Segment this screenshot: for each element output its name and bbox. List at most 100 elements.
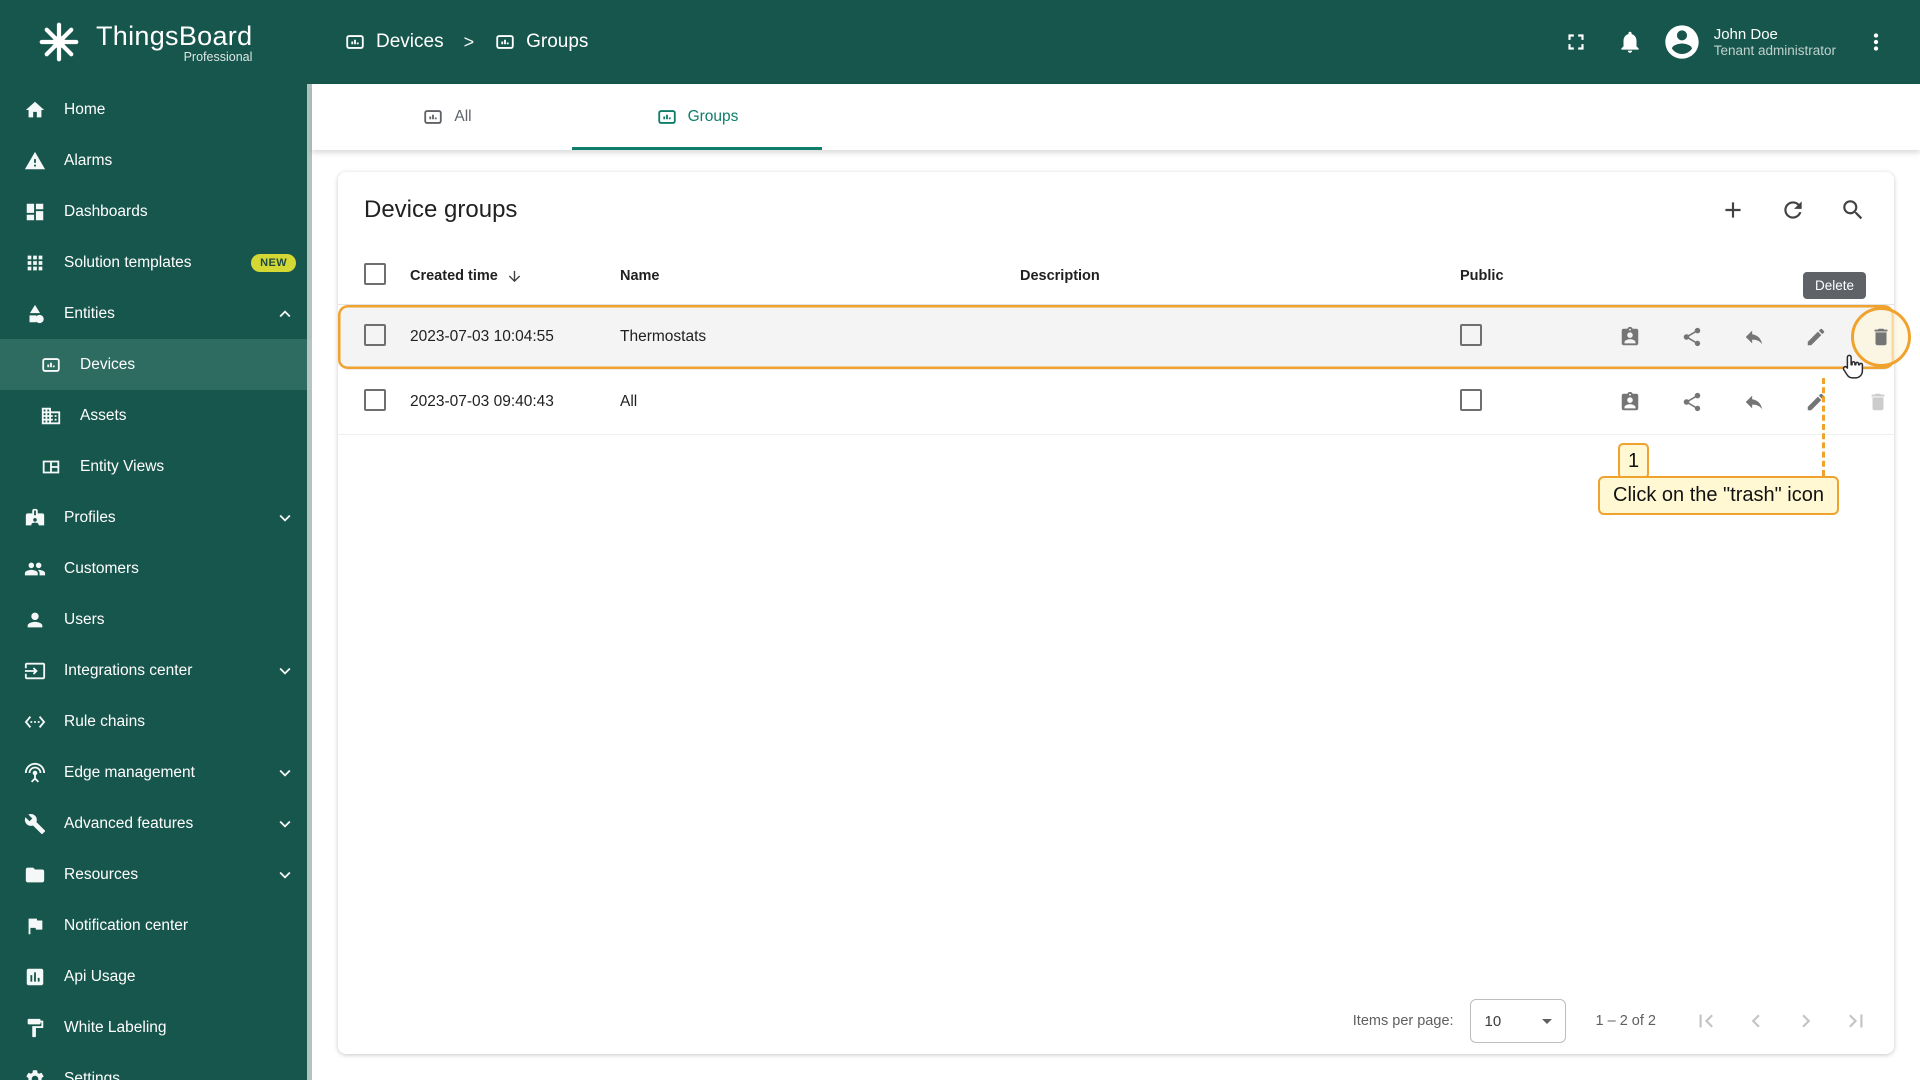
home-icon [24,99,46,121]
prev-page-button[interactable] [1734,999,1778,1043]
sidebar-item-profiles[interactable]: Profiles [0,492,312,543]
row-checkbox[interactable] [364,388,386,411]
sidebar-item-dashboards[interactable]: Dashboards [0,186,312,237]
avatar[interactable] [1662,22,1702,62]
assignment-ind-icon [1619,391,1641,413]
annotation-connector-line [1822,378,1825,476]
user-info[interactable]: John Doe Tenant administrator [1714,26,1836,58]
fullscreen-button[interactable] [1554,20,1598,64]
sidebar-item-label: Profiles [64,508,116,526]
notifications-button[interactable] [1608,20,1652,64]
chevron-down-icon[interactable] [274,762,296,784]
table-row-thermostats[interactable]: 2023-07-03 10:04:55 Thermostats [338,305,1911,370]
fullscreen-icon [1563,29,1589,55]
sidebar-item-customers[interactable]: Customers [0,543,312,594]
refresh-button[interactable] [1780,197,1806,223]
select-all-checkbox[interactable] [364,263,386,285]
sidebar-item-label: Rule chains [64,712,145,730]
table-body: 2023-07-03 10:04:55 Thermostats 2023-07-03… [338,305,1911,988]
page-title: Device groups [364,196,518,223]
first-page-button[interactable] [1684,999,1728,1043]
main-area: Devices > Groups John Doe Tenant administr… [312,0,1920,1080]
profiles-icon [24,507,46,529]
entities-icon [24,303,46,325]
breadcrumb: Devices > Groups [344,31,588,53]
sidebar-item-api-usage[interactable]: Api Usage [0,951,312,1002]
share-button[interactable] [1672,317,1712,357]
sidebar-item-assets[interactable]: Assets [0,390,312,441]
chevron-down-icon[interactable] [274,660,296,682]
alarm-icon [24,150,46,172]
tab-groups[interactable]: Groups [572,84,822,150]
devices-icon [656,106,678,128]
chevron-down-icon[interactable] [274,813,296,835]
column-header-created-time[interactable]: Created time [410,268,620,285]
search-button[interactable] [1840,197,1866,223]
sidebar-item-users[interactable]: Users [0,594,312,645]
add-group-button[interactable] [1720,197,1746,223]
edge-icon [24,762,46,784]
sidebar-item-solution-templates[interactable]: Solution templates NEW [0,237,312,288]
public-checkbox[interactable] [1460,323,1482,346]
sidebar-item-label: Devices [80,355,136,373]
sidebar-item-devices[interactable]: Devices [0,339,312,390]
tab-all[interactable]: All [322,84,572,150]
row-actions [1610,307,1920,367]
make-private-button[interactable] [1734,317,1774,357]
device-groups-card: Device groups Created time Name Descriptio… [338,172,1911,1054]
sidebar-item-white-labeling[interactable]: White Labeling [0,1002,312,1053]
users-icon [24,609,46,631]
edit-button[interactable] [1796,317,1836,357]
next-page-button[interactable] [1784,999,1828,1043]
chevron-down-icon[interactable] [274,864,296,886]
table-row-all[interactable]: 2023-07-03 09:40:43 All [338,370,1894,435]
column-header-public[interactable]: Public [1460,268,1610,284]
sidebar-item-resources[interactable]: Resources [0,849,312,900]
sidebar-item-notification-center[interactable]: Notification center [0,900,312,951]
reply-icon [1743,326,1765,348]
sidebar-item-advanced-features[interactable]: Advanced features [0,798,312,849]
column-header-name[interactable]: Name [620,268,1020,284]
chevron-down-icon[interactable] [274,507,296,529]
share-icon [1681,391,1703,413]
sidebar-item-rule-chains[interactable]: Rule chains [0,696,312,747]
sidebar-item-label: White Labeling [64,1018,167,1036]
sidebar-item-entities[interactable]: Entities [0,288,312,339]
share-button[interactable] [1672,382,1712,422]
breadcrumb-item-devices[interactable]: Devices [344,31,444,53]
page-size-select[interactable]: 10 [1469,999,1566,1043]
sidebar-item-settings[interactable]: Settings [0,1053,312,1080]
page-size-value: 10 [1484,1012,1502,1030]
sidebar-item-label: Settings [64,1069,121,1080]
manage-users-button[interactable] [1610,382,1650,422]
integrations-icon [24,660,46,682]
devices-icon [494,31,516,53]
sidebar-item-alarms[interactable]: Alarms [0,135,312,186]
sort-desc-icon[interactable] [506,268,523,285]
card-tools [1720,197,1866,223]
top-bar: Devices > Groups John Doe Tenant administr… [312,0,1920,84]
sidebar-item-edge-management[interactable]: Edge management [0,747,312,798]
edit-button[interactable] [1796,382,1836,422]
column-header-description[interactable]: Description [1020,268,1460,284]
sidebar-item-home[interactable]: Home [0,84,312,135]
breadcrumb-separator: > [463,31,475,52]
first-page-icon [1693,1008,1719,1034]
sidebar-item-entity-views[interactable]: Entity Views [0,441,312,492]
make-private-button[interactable] [1734,382,1774,422]
items-per-page-label: Items per page: [1352,1013,1454,1029]
sidebar-item-integrations-center[interactable]: Integrations center [0,645,312,696]
public-checkbox[interactable] [1460,388,1482,411]
dropdown-arrow-icon [1535,1009,1559,1033]
plus-icon [1720,197,1746,223]
row-checkbox[interactable] [364,323,386,346]
chevron-up-icon[interactable] [274,303,296,325]
delete-tooltip: Delete [1803,272,1867,299]
breadcrumb-item-groups[interactable]: Groups [494,31,588,53]
delete-button[interactable] [1858,382,1898,422]
paginator-range: 1 – 2 of 2 [1595,1013,1656,1029]
manage-users-button[interactable] [1610,317,1650,357]
more-menu-button[interactable] [1854,20,1898,64]
last-page-button[interactable] [1834,999,1878,1043]
brand-logo[interactable]: ThingsBoard Professional [0,0,312,84]
